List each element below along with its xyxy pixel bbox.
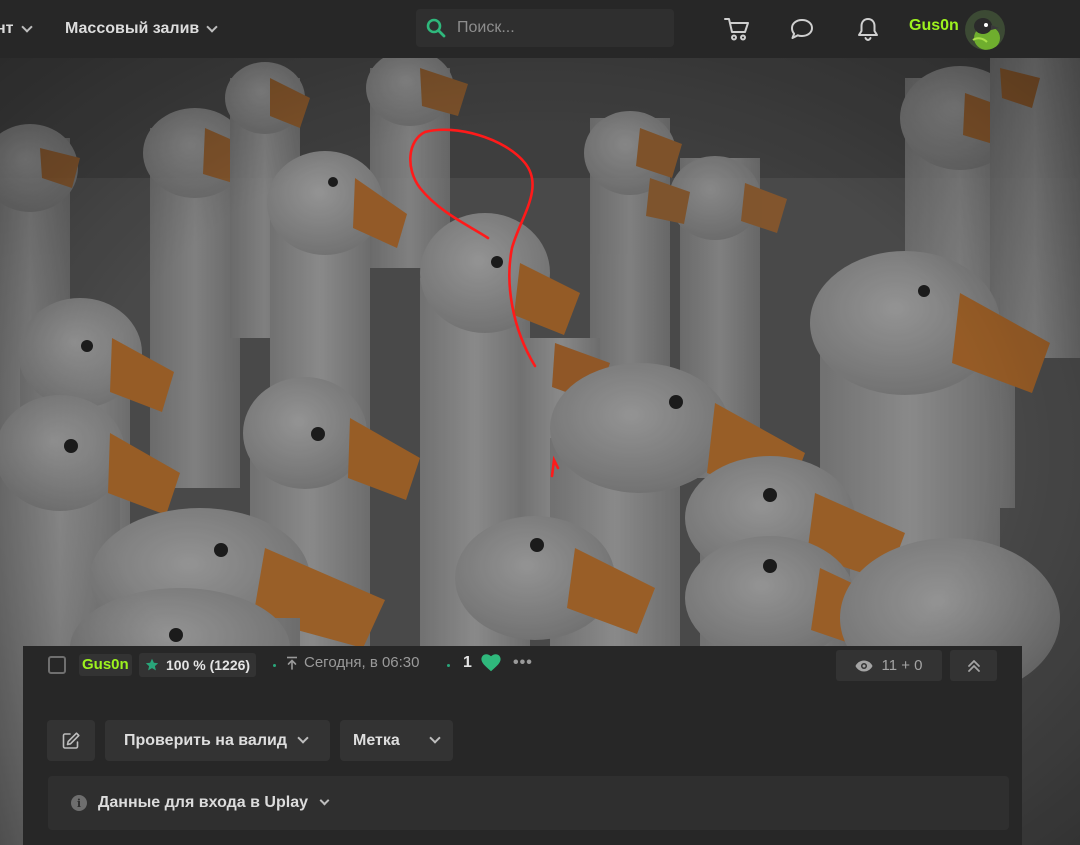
chevron-down-icon — [206, 20, 218, 33]
separator-dot — [273, 664, 276, 667]
avatar-image-icon — [965, 10, 1005, 50]
post-panel: Gus0n 100 % (1226) Сегодня, в 06:30 1 ••… — [23, 646, 1022, 845]
edit-button[interactable] — [47, 720, 95, 761]
post-author[interactable]: Gus0n — [79, 654, 132, 676]
search-box[interactable] — [416, 9, 674, 47]
cart-button[interactable] — [722, 14, 752, 44]
likes-counter[interactable]: 1 — [463, 654, 501, 672]
login-data-label: Данные для входа в Uplay — [98, 794, 308, 811]
check-validity-button[interactable]: Проверить на валид — [105, 720, 330, 761]
chevron-down-icon — [319, 795, 330, 806]
tag-dropdown[interactable]: Метка — [340, 720, 453, 761]
post-meta-row: Gus0n 100 % (1226) Сегодня, в 06:30 1 ••… — [23, 646, 1022, 684]
separator-dot — [447, 664, 450, 667]
top-navigation: нт Массовый залив Gus0n — [0, 0, 1080, 58]
info-icon: i — [71, 795, 87, 811]
nav-menu-partial[interactable]: нт — [0, 0, 33, 58]
nav-menu-partial-label: нт — [0, 20, 14, 37]
notifications-button[interactable] — [853, 14, 883, 44]
heart-icon[interactable] — [481, 654, 501, 672]
views-count: 11 + 0 — [881, 657, 923, 674]
nav-menu-mass-upload[interactable]: Массовый залив — [65, 0, 218, 58]
chevron-down-icon — [297, 732, 309, 744]
upload-arrow-icon — [287, 656, 297, 670]
tag-dropdown-label: Метка — [353, 731, 400, 749]
double-chevron-up-icon — [967, 659, 980, 672]
eye-icon — [855, 660, 873, 671]
seller-rating-badge: 100 % (1226) — [139, 653, 257, 677]
messages-button[interactable] — [787, 14, 817, 44]
scroll-to-top-button[interactable] — [950, 650, 997, 681]
edit-pencil-icon — [62, 731, 80, 749]
more-options-button[interactable]: ••• — [513, 654, 533, 672]
chat-bubble-icon — [791, 19, 813, 39]
likes-count: 1 — [463, 654, 472, 671]
views-counter: 11 + 0 — [836, 650, 942, 681]
chevron-down-icon — [20, 20, 33, 33]
star-icon — [145, 658, 159, 671]
seller-rating-value: 100 % (1226) — [166, 657, 251, 673]
check-validity-label: Проверить на валид — [124, 731, 287, 749]
bell-icon — [858, 18, 878, 42]
login-data-section[interactable]: i Данные для входа в Uplay — [48, 776, 1009, 830]
search-input[interactable] — [457, 19, 657, 37]
chevron-down-icon — [429, 732, 441, 744]
post-time-text: Сегодня, в 06:30 — [304, 654, 420, 671]
cart-icon — [724, 18, 749, 41]
avatar[interactable] — [965, 10, 1005, 50]
nav-menu-mass-upload-label: Массовый залив — [65, 20, 200, 37]
post-time: Сегодня, в 06:30 — [286, 654, 420, 671]
search-icon — [426, 18, 446, 38]
current-username[interactable]: Gus0n — [909, 17, 959, 35]
select-post-checkbox[interactable] — [48, 656, 66, 674]
